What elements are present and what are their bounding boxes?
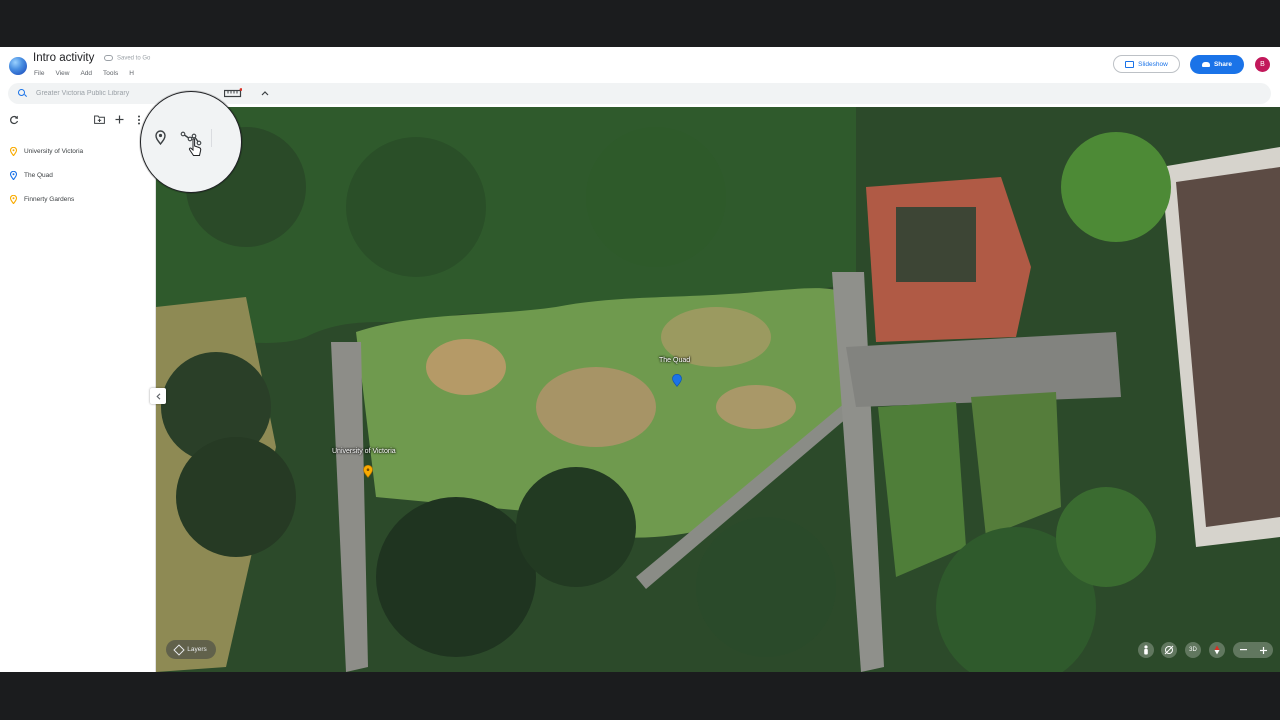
collapse-sidebar-button[interactable] — [150, 388, 166, 404]
map-marker-label: The Quad — [659, 357, 691, 364]
cloud-icon — [104, 55, 113, 61]
mouse-cursor-icon — [188, 138, 202, 156]
menu-file[interactable]: File — [34, 70, 44, 77]
list-item-label: Finnerty Gardens — [24, 195, 75, 203]
share-button[interactable]: Share — [1190, 55, 1244, 74]
list-item[interactable]: The Quad — [10, 168, 53, 182]
save-status: Saved to Go — [104, 55, 150, 62]
zoom-out-button[interactable] — [1233, 642, 1253, 658]
3d-toggle-button[interactable]: 3D — [1185, 642, 1201, 658]
letterbox-top — [0, 0, 1280, 47]
list-item-label: University of Victoria — [24, 147, 84, 155]
satellite-map[interactable]: The Quad University of Victoria Layers 3… — [156, 107, 1280, 672]
slideshow-label: Slideshow — [1138, 60, 1168, 68]
letterbox-bottom — [0, 672, 1280, 720]
3d-label: 3D — [1189, 647, 1197, 653]
list-item[interactable]: University of Victoria — [10, 144, 83, 158]
menu-add[interactable]: Add — [80, 70, 92, 77]
zoom-in-button[interactable] — [1253, 642, 1273, 658]
layers-button[interactable]: Layers — [166, 640, 216, 659]
compass-icon[interactable] — [1209, 642, 1225, 658]
list-item-label: The Quad — [24, 171, 53, 179]
menu-view[interactable]: View — [55, 70, 69, 77]
header: Intro activity Saved to Go File View Add… — [0, 47, 1280, 83]
layers-icon — [173, 643, 185, 656]
avatar[interactable]: B — [1255, 57, 1270, 72]
search-icon[interactable] — [18, 89, 25, 96]
earth-logo-icon[interactable] — [9, 57, 27, 75]
measure-icon[interactable] — [224, 88, 242, 99]
slideshow-icon — [1125, 60, 1135, 68]
project-title[interactable]: Intro activity — [33, 52, 94, 64]
pegman-icon[interactable] — [1138, 642, 1154, 658]
zoom-magnifier — [140, 91, 242, 193]
refresh-icon[interactable] — [9, 115, 19, 125]
save-status-text: Saved to Go — [117, 55, 151, 62]
add-icon[interactable] — [115, 115, 124, 124]
map-pin-icon — [10, 170, 17, 180]
sidebar-tools — [0, 113, 155, 127]
menu-bar: File View Add Tools H — [34, 70, 145, 77]
list-item[interactable]: Finnerty Gardens — [10, 192, 74, 206]
more-options-icon[interactable] — [137, 115, 141, 125]
sidebar: University of Victoria The Quad Finnerty… — [0, 105, 156, 672]
app-window: Intro activity Saved to Go File View Add… — [0, 47, 1280, 672]
map-pin-icon — [10, 194, 17, 204]
chevron-left-icon — [155, 392, 160, 400]
hide-icon[interactable] — [1161, 642, 1177, 658]
chevron-up-icon[interactable] — [261, 90, 269, 96]
menu-help[interactable]: H — [129, 70, 134, 77]
people-icon — [1201, 62, 1210, 67]
toolbar-divider — [211, 129, 212, 147]
add-marker-icon[interactable] — [155, 130, 166, 145]
search-input[interactable] — [36, 87, 146, 100]
new-folder-icon[interactable] — [94, 115, 105, 124]
menu-tools[interactable]: Tools — [103, 70, 118, 77]
map-marker-uvic[interactable] — [363, 465, 373, 478]
layers-label: Layers — [187, 646, 207, 653]
map-marker-quad[interactable] — [672, 374, 682, 387]
map-pin-icon — [10, 146, 17, 156]
share-label: Share — [1213, 61, 1233, 68]
satellite-imagery — [156, 107, 1280, 672]
slideshow-button[interactable]: Slideshow — [1113, 55, 1180, 73]
map-marker-label: University of Victoria — [332, 448, 396, 455]
